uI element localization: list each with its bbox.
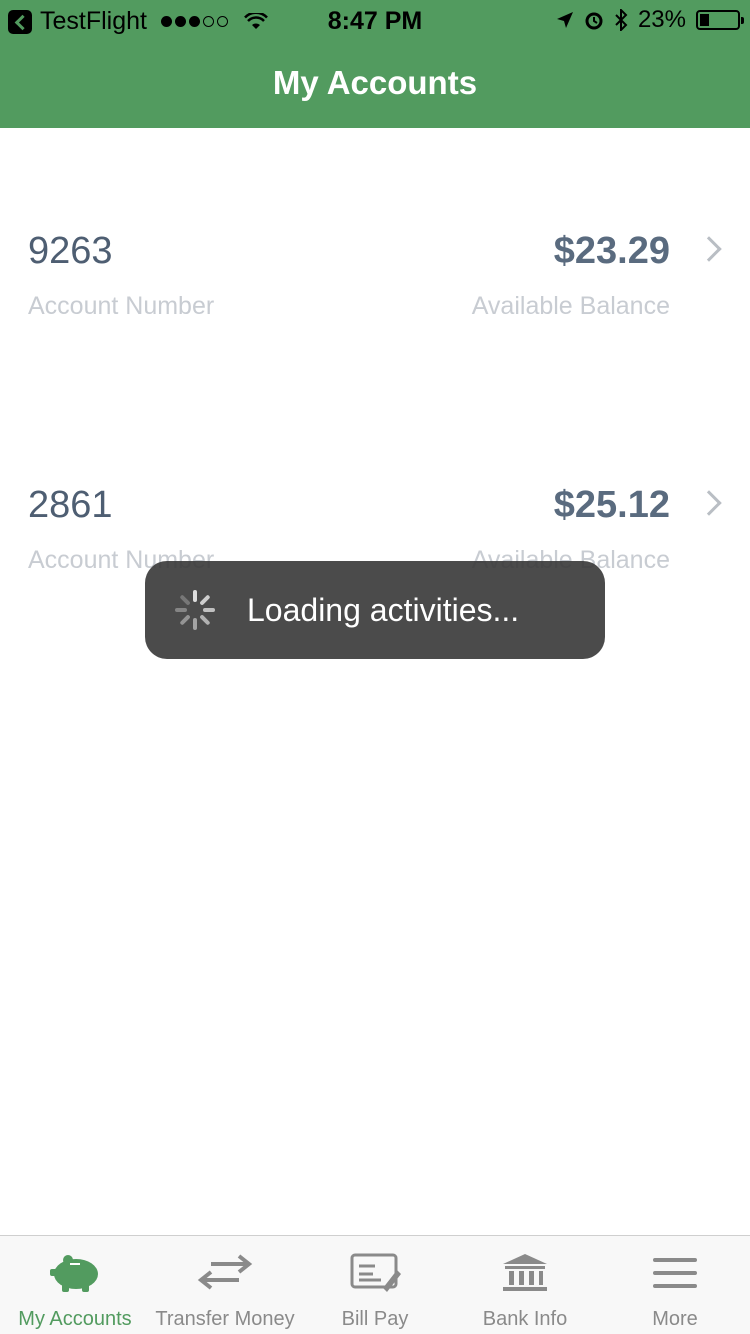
check-icon <box>350 1253 401 1292</box>
available-balance: $25.12 <box>553 484 670 526</box>
tab-my-accounts[interactable]: My Accounts <box>0 1236 150 1334</box>
chevron-right-icon <box>696 490 722 516</box>
transfer-arrows-icon <box>197 1254 253 1290</box>
account-row[interactable]: 9263 Account Number $23.29 Available Bal… <box>0 230 750 360</box>
status-right-group: 23% <box>556 6 744 34</box>
tab-label: Bank Info <box>482 1308 568 1330</box>
loading-message: Loading activities... <box>247 591 520 628</box>
loading-spinner-icon <box>175 590 215 630</box>
navigation-header: TestFlight 8:47 PM 23% My Accounts <box>0 0 750 128</box>
menu-icon <box>653 1258 697 1288</box>
tab-transfer-money[interactable]: Transfer Money <box>150 1236 300 1334</box>
alarm-icon <box>585 12 603 30</box>
account-number: 2861 <box>28 484 113 526</box>
page-title: My Accounts <box>272 64 478 101</box>
account-number-label: Account Number <box>28 292 215 320</box>
tab-bill-pay[interactable]: Bill Pay <box>300 1236 450 1334</box>
tab-label: Bill Pay <box>341 1308 409 1330</box>
location-icon <box>556 12 573 28</box>
battery-percentage: 23% <box>637 6 686 33</box>
available-balance: $23.29 <box>553 230 670 272</box>
status-bar: TestFlight 8:47 PM 23% <box>0 0 750 40</box>
tab-bar: My Accounts Transfer Money Bill Pay Bank… <box>0 1235 750 1334</box>
tab-label: More <box>652 1308 698 1330</box>
available-balance-label: Available Balance <box>471 292 670 320</box>
piggy-bank-icon <box>50 1255 98 1292</box>
account-number: 9263 <box>28 230 113 272</box>
battery-icon <box>696 10 744 30</box>
tab-label: Transfer Money <box>155 1308 295 1330</box>
tab-bank-info[interactable]: Bank Info <box>450 1236 600 1334</box>
tab-more[interactable]: More <box>600 1236 750 1334</box>
bluetooth-icon <box>615 9 628 31</box>
tab-label: My Accounts <box>18 1308 132 1330</box>
chevron-right-icon <box>696 236 722 262</box>
bank-icon <box>503 1254 547 1291</box>
loading-toast: Loading activities... <box>145 561 605 659</box>
